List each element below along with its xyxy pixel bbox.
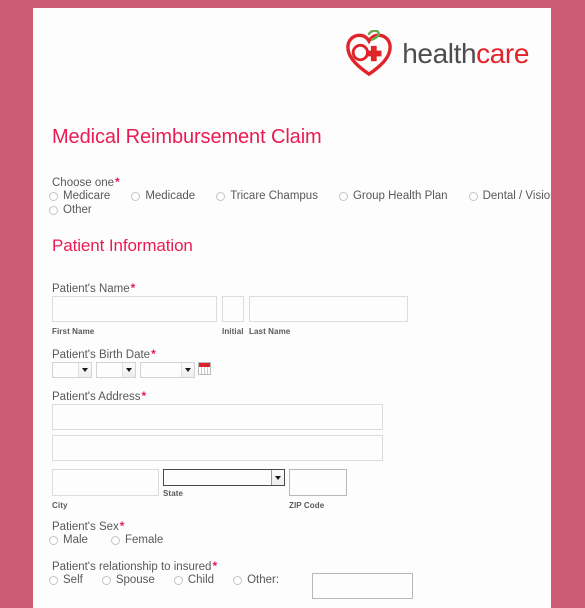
patient-address-label: Patient's Address* [52, 390, 146, 404]
zip-code-input[interactable] [289, 469, 347, 496]
radio-label: Dental / Vision [482, 190, 551, 202]
radio-option-group-health-plan[interactable]: Group Health Plan [338, 190, 448, 203]
radio-circle-icon[interactable] [49, 192, 58, 202]
choose-one-label-text: Choose one [52, 177, 115, 189]
radio-option-dental-vision[interactable]: Dental / Vision [468, 190, 551, 203]
choose-one-options-row-2: Other [49, 204, 92, 217]
radio-label: Medicare [63, 190, 111, 202]
radio-option-medicade[interactable]: Medicade [131, 190, 196, 203]
patient-relationship-label: Patient's relationship to insured* [52, 560, 217, 574]
chevron-down-icon[interactable] [181, 363, 194, 377]
radio-circle-icon[interactable] [110, 536, 120, 546]
radio-label: Medicade [145, 190, 196, 202]
city-input[interactable] [52, 469, 159, 496]
birth-date-label-text: Patient's Birth Date [52, 349, 151, 361]
brand-logo: healthcare [345, 30, 529, 78]
radio-label: Group Health Plan [352, 190, 448, 202]
chevron-down-icon[interactable] [122, 363, 135, 377]
relationship-other-input[interactable] [312, 573, 413, 599]
first-name-input[interactable] [52, 296, 217, 322]
choose-one-label: Choose one* [52, 176, 120, 190]
city-sublabel: City [52, 501, 68, 510]
zip-code-sublabel: ZIP Code [289, 501, 325, 510]
radio-circle-icon[interactable] [49, 536, 58, 546]
radio-circle-icon[interactable] [468, 192, 478, 202]
patient-relationship-label-text: Patient's relationship to insured [52, 561, 212, 573]
brand-name-part2: care [476, 38, 529, 69]
last-name-input[interactable] [249, 296, 408, 322]
birth-date-label: Patient's Birth Date* [52, 348, 156, 362]
calendar-picker-icon[interactable] [198, 362, 211, 375]
radio-circle-icon[interactable] [131, 192, 141, 202]
section-title-patient-information: Patient Information [52, 236, 193, 255]
radio-option-female[interactable]: Female [110, 534, 164, 547]
radio-circle-icon[interactable] [233, 576, 243, 586]
brand-name-part1: health [402, 38, 477, 69]
radio-circle-icon[interactable] [101, 576, 111, 586]
radio-option-tricare-champus[interactable]: Tricare Champus [216, 190, 318, 203]
patient-name-label: Patient's Name* [52, 282, 135, 296]
patient-sex-options: Male Female [49, 534, 164, 547]
radio-label: Other [63, 204, 92, 216]
radio-option-other[interactable]: Other [49, 204, 92, 217]
initial-sublabel: Initial [222, 327, 244, 336]
required-marker: * [151, 347, 156, 361]
radio-option-medicare[interactable]: Medicare [49, 190, 111, 203]
brand-name: healthcare [402, 40, 529, 68]
form-page: healthcare Medical Reimbursement Claim C… [33, 8, 551, 608]
patient-name-label-text: Patient's Name [52, 283, 130, 295]
initial-input[interactable] [222, 296, 244, 322]
state-sublabel: State [163, 489, 184, 498]
last-name-sublabel: Last Name [249, 327, 291, 336]
state-select[interactable] [163, 469, 285, 486]
required-marker: * [130, 281, 136, 295]
page-title: Medical Reimbursement Claim [52, 126, 322, 148]
required-marker: * [212, 559, 218, 573]
radio-label: Tricare Champus [230, 190, 318, 202]
radio-option-male[interactable]: Male [49, 534, 88, 547]
patient-address-label-text: Patient's Address [52, 391, 141, 403]
chevron-down-icon[interactable] [271, 470, 284, 485]
patient-sex-label-text: Patient's Sex [52, 521, 119, 533]
radio-circle-icon[interactable] [338, 192, 348, 202]
radio-circle-icon[interactable] [49, 576, 58, 586]
first-name-sublabel: First Name [52, 327, 95, 336]
radio-label: Female [124, 534, 164, 546]
heart-with-cross-icon [346, 30, 393, 77]
choose-one-options-row-1: Medicare Medicade Tricare Champus Group … [49, 190, 551, 203]
address-line1-input[interactable] [52, 404, 383, 430]
birth-year-select[interactable] [140, 362, 195, 378]
required-marker: * [119, 519, 125, 533]
radio-label: Male [63, 534, 88, 546]
address-line2-input[interactable] [52, 435, 383, 461]
radio-circle-icon[interactable] [216, 192, 226, 202]
birth-month-select[interactable] [52, 362, 92, 378]
required-marker: * [115, 175, 120, 189]
patient-sex-label: Patient's Sex* [52, 520, 124, 534]
radio-circle-icon[interactable] [173, 576, 183, 586]
required-marker: * [141, 389, 147, 403]
birth-day-select[interactable] [96, 362, 136, 378]
chevron-down-icon[interactable] [78, 363, 91, 377]
radio-circle-icon[interactable] [49, 206, 58, 216]
